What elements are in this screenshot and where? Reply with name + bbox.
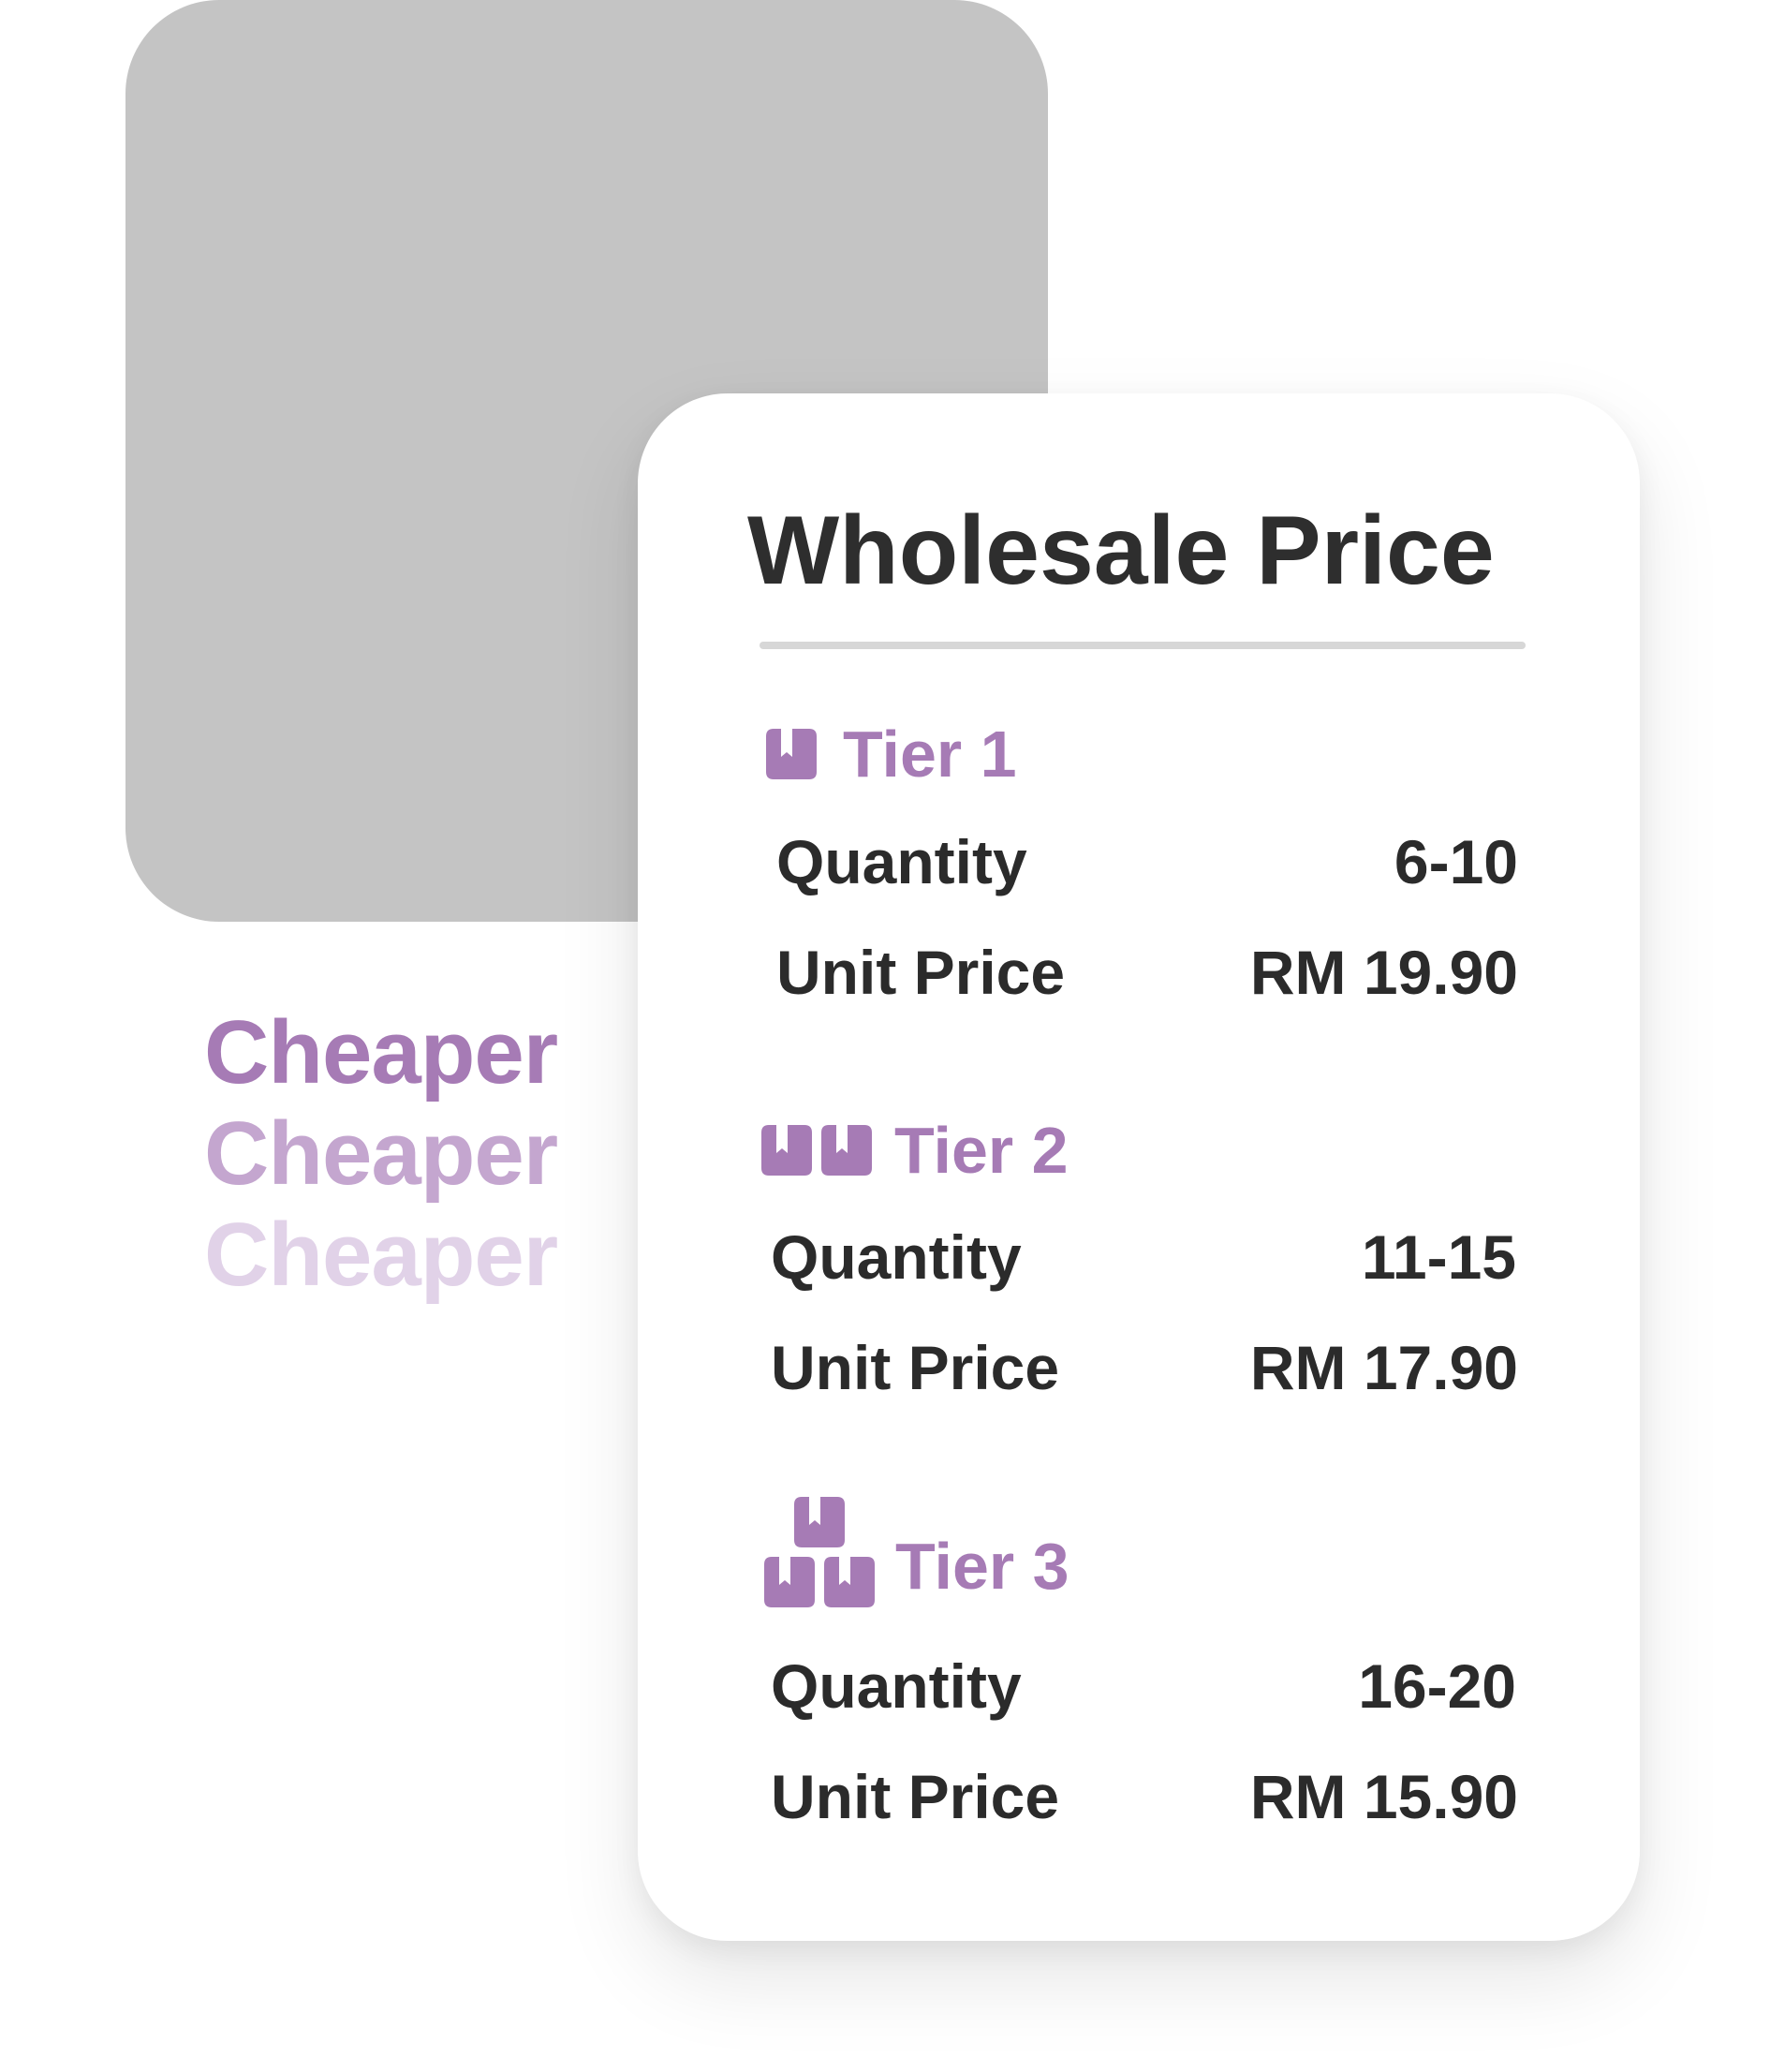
tier-2-quantity-value: 11-15 bbox=[1361, 1222, 1516, 1292]
tier-1-quantity-label: Quantity bbox=[776, 827, 1027, 896]
two-boxes-icon bbox=[761, 1125, 872, 1176]
tier-1-quantity-row: Quantity 6-10 bbox=[638, 824, 1640, 899]
tier-2-quantity-label: Quantity bbox=[771, 1222, 1022, 1292]
tier-3-price-row: Unit Price RM 15.90 bbox=[638, 1759, 1640, 1834]
cheaper-text-light: Cheaper bbox=[204, 1205, 558, 1305]
single-box-icon bbox=[766, 729, 817, 779]
title-divider bbox=[760, 642, 1526, 649]
cheaper-text-medium: Cheaper bbox=[204, 1103, 558, 1204]
tier-3-quantity-row: Quantity 16-20 bbox=[638, 1649, 1640, 1724]
card-title: Wholesale Price bbox=[747, 496, 1495, 605]
tier-1-label: Tier 1 bbox=[843, 718, 1017, 791]
cheaper-stack: Cheaper Cheaper Cheaper bbox=[204, 1002, 616, 1306]
tier-1-price-row: Unit Price RM 19.90 bbox=[638, 935, 1640, 1010]
tier-2-label: Tier 2 bbox=[894, 1114, 1069, 1187]
tier-3-quantity-value: 16-20 bbox=[1358, 1651, 1516, 1721]
tier-3-heading: Tier 3 bbox=[764, 1497, 1069, 1607]
tier-1-price-label: Unit Price bbox=[776, 938, 1066, 1007]
tier-2-price-label: Unit Price bbox=[771, 1333, 1060, 1402]
tier-3-label: Tier 3 bbox=[895, 1530, 1069, 1603]
tier-2-quantity-row: Quantity 11-15 bbox=[638, 1220, 1640, 1295]
tier-2-heading: Tier 2 bbox=[761, 1113, 1069, 1188]
tier-2-price-row: Unit Price RM 17.90 bbox=[638, 1330, 1640, 1405]
wholesale-price-card: Wholesale Price Tier 1 Quantity 6-10 Uni… bbox=[638, 393, 1640, 1941]
tier-3-price-value: RM 15.90 bbox=[1249, 1762, 1518, 1831]
tier-1-price-value: RM 19.90 bbox=[1249, 938, 1518, 1007]
tier-1-heading: Tier 1 bbox=[766, 717, 1017, 792]
tier-3-quantity-label: Quantity bbox=[771, 1651, 1022, 1721]
cheaper-text-strong: Cheaper bbox=[204, 1002, 558, 1103]
tier-1-quantity-value: 6-10 bbox=[1394, 827, 1518, 896]
tier-3-price-label: Unit Price bbox=[771, 1762, 1060, 1831]
tier-2-price-value: RM 17.90 bbox=[1249, 1333, 1518, 1402]
stacked-boxes-icon bbox=[764, 1497, 875, 1607]
